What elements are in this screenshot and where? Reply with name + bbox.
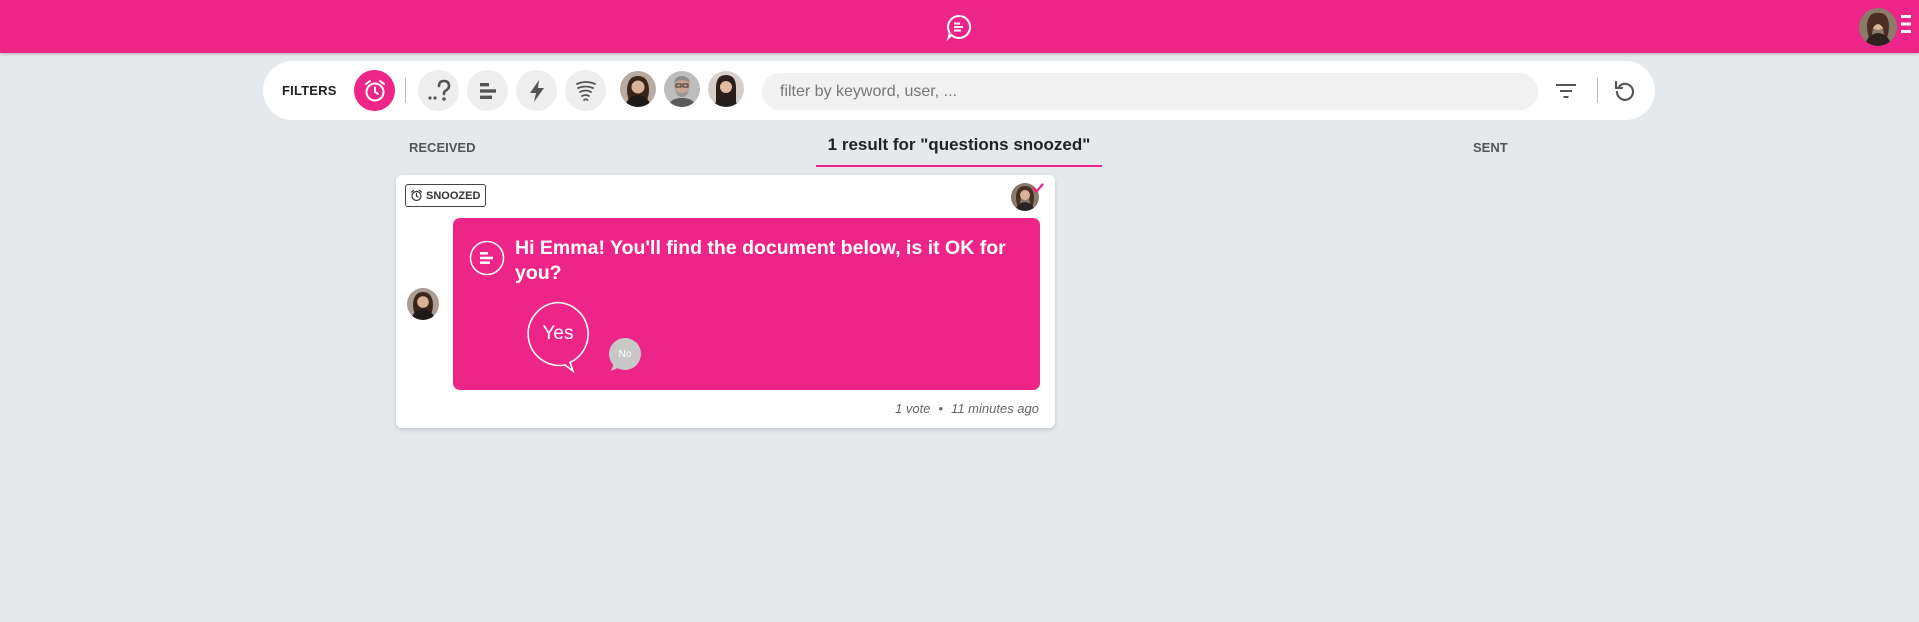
filter-user-avatar[interactable]	[664, 71, 700, 107]
tab-sent[interactable]: SENT	[1473, 140, 1508, 155]
filter-divider	[405, 78, 406, 103]
search-input[interactable]	[762, 73, 1538, 110]
status-badge-label: SNOOZED	[426, 189, 481, 202]
status-badge: SNOOZED	[405, 184, 487, 207]
filter-snoozed-button[interactable]	[354, 70, 395, 111]
check-icon	[1032, 183, 1044, 193]
filter-quick-button[interactable]	[516, 70, 557, 111]
refresh-divider	[1597, 78, 1598, 103]
avatar[interactable]	[1859, 8, 1897, 46]
timestamp: 11 minutes ago	[951, 401, 1039, 416]
lightning-icon	[529, 79, 544, 102]
tab-received[interactable]: RECEIVED	[409, 140, 475, 155]
answer-yes-button[interactable]: Yes	[525, 301, 591, 367]
filter-polls-button[interactable]	[467, 70, 508, 111]
answer-no-button[interactable]: No	[608, 337, 642, 371]
card-meta: 1 vote • 11 minutes ago	[895, 401, 1039, 416]
poll-icon	[469, 240, 505, 276]
question-dots-icon	[427, 79, 450, 101]
filters-label: FILTERS	[282, 83, 337, 98]
vote-count: 1 vote	[895, 401, 931, 416]
filter-trending-button[interactable]	[565, 70, 606, 111]
vertical-menu-icon[interactable]	[1899, 12, 1913, 36]
sender-avatar[interactable]	[407, 288, 439, 320]
alarm-clock-icon	[364, 79, 385, 101]
filter-bar: FILTERS	[263, 61, 1655, 120]
chat-bubble-lines-icon[interactable]	[945, 13, 973, 41]
filter-user-avatar[interactable]	[620, 71, 656, 107]
tab-results[interactable]: 1 result for "questions snoozed"	[816, 135, 1102, 167]
filter-questions-button[interactable]	[418, 70, 459, 111]
alarm-clock-icon	[410, 189, 423, 202]
meta-separator: •	[938, 401, 944, 416]
filter-user-avatar[interactable]	[708, 71, 744, 107]
filter-lines-icon[interactable]	[1553, 78, 1579, 104]
poll-bars-icon	[479, 82, 496, 99]
top-bar	[0, 0, 1919, 53]
question-text: Hi Emma! You'll find the document below,…	[515, 237, 1006, 284]
question-bubble[interactable]: Hi Emma! You'll find the document below,…	[453, 218, 1040, 390]
question-card[interactable]: SNOOZED Hi Emma! You'll find the documen…	[396, 175, 1055, 428]
refresh-icon[interactable]	[1612, 78, 1638, 104]
tornado-icon	[575, 80, 596, 101]
